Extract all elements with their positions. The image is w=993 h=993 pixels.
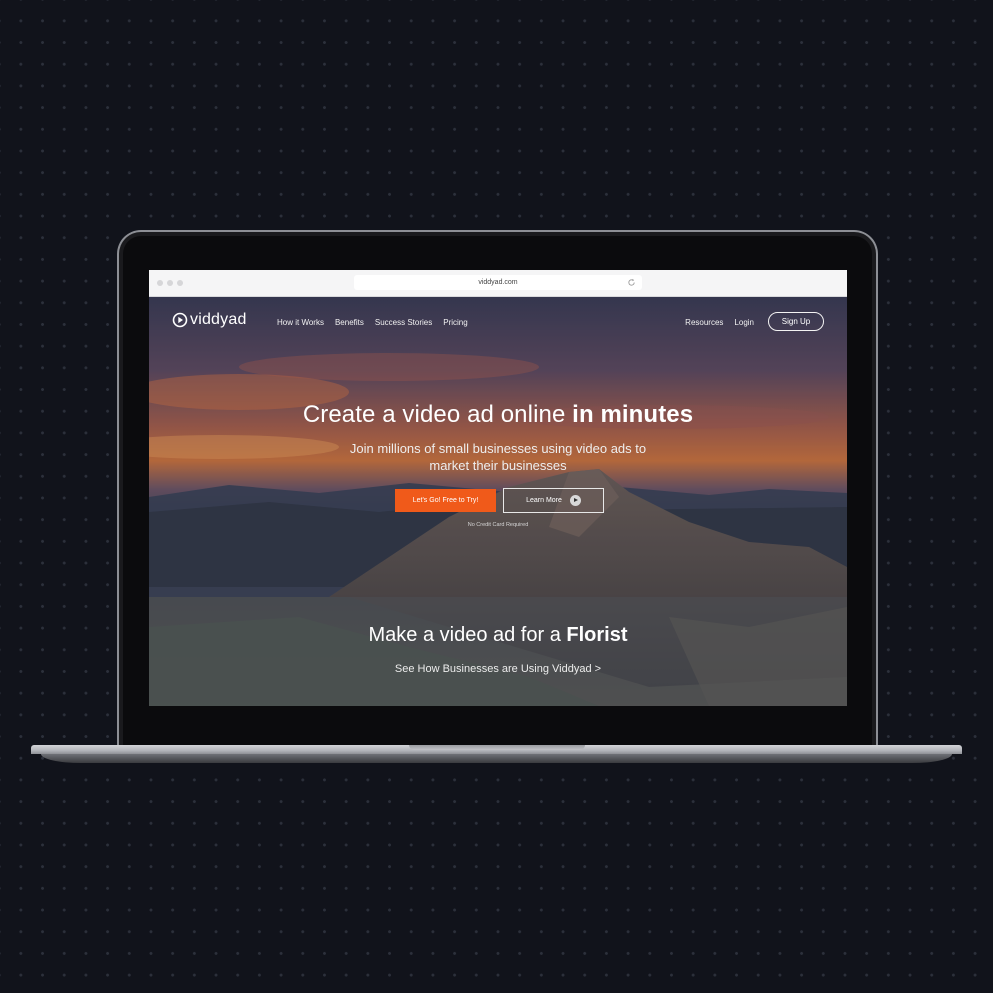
secondary-nav-links: Resources Login bbox=[685, 318, 754, 327]
hero-title-light: Create a video ad online bbox=[302, 401, 573, 428]
top-navigation: viddyad How it Works Benefits Success St… bbox=[149, 297, 847, 349]
nav-link-benefits[interactable]: Benefits bbox=[335, 318, 364, 327]
nav-link-login[interactable]: Login bbox=[734, 318, 754, 327]
nav-link-how-it-works[interactable]: How it Works bbox=[277, 318, 324, 327]
sign-up-button[interactable]: Sign Up bbox=[768, 312, 824, 331]
nav-link-resources[interactable]: Resources bbox=[685, 318, 723, 327]
free-trial-button[interactable]: Let's Go! Free to Try! bbox=[395, 489, 496, 512]
hero-subtitle: Join millions of small businesses using … bbox=[349, 441, 647, 473]
laptop-base bbox=[31, 745, 962, 765]
industry-title: Make a video ad for a Florist bbox=[149, 624, 847, 647]
learn-more-label: Learn More bbox=[526, 497, 562, 504]
logo-text: viddyad bbox=[190, 311, 247, 328]
no-credit-card-note: No Credit Card Required bbox=[467, 522, 529, 528]
learn-more-button[interactable]: Learn More bbox=[503, 488, 604, 513]
play-icon bbox=[569, 495, 581, 506]
laptop-base-bottom bbox=[41, 754, 952, 763]
browser-toolbar: viddyad.com bbox=[149, 270, 847, 297]
minimize-dot-icon[interactable] bbox=[167, 280, 173, 286]
laptop-screen: viddyad.com viddyad How it Works Benefit… bbox=[149, 270, 847, 706]
main-nav-links: How it Works Benefits Success Stories Pr… bbox=[277, 318, 468, 327]
maximize-dot-icon[interactable] bbox=[177, 280, 183, 286]
viddyad-logo[interactable]: viddyad bbox=[172, 311, 247, 329]
reload-icon[interactable] bbox=[627, 278, 636, 287]
play-circle-logo-icon bbox=[172, 312, 188, 328]
industry-title-light: Make a video ad for a bbox=[368, 624, 567, 646]
nav-link-pricing[interactable]: Pricing bbox=[443, 318, 467, 327]
see-businesses-link[interactable]: See How Businesses are Using Viddyad > bbox=[149, 663, 847, 675]
laptop-base-notch bbox=[409, 745, 585, 750]
nav-link-success-stories[interactable]: Success Stories bbox=[375, 318, 432, 327]
hero-title: Create a video ad online in minutes bbox=[149, 401, 847, 429]
window-controls bbox=[157, 280, 183, 286]
address-bar[interactable]: viddyad.com bbox=[354, 275, 642, 290]
hero-section: viddyad How it Works Benefits Success St… bbox=[149, 297, 847, 706]
industry-band: Make a video ad for a Florist See How Bu… bbox=[149, 597, 847, 706]
hero-title-bold: in minutes bbox=[572, 401, 694, 428]
industry-name: Florist bbox=[566, 624, 628, 646]
close-dot-icon[interactable] bbox=[157, 280, 163, 286]
